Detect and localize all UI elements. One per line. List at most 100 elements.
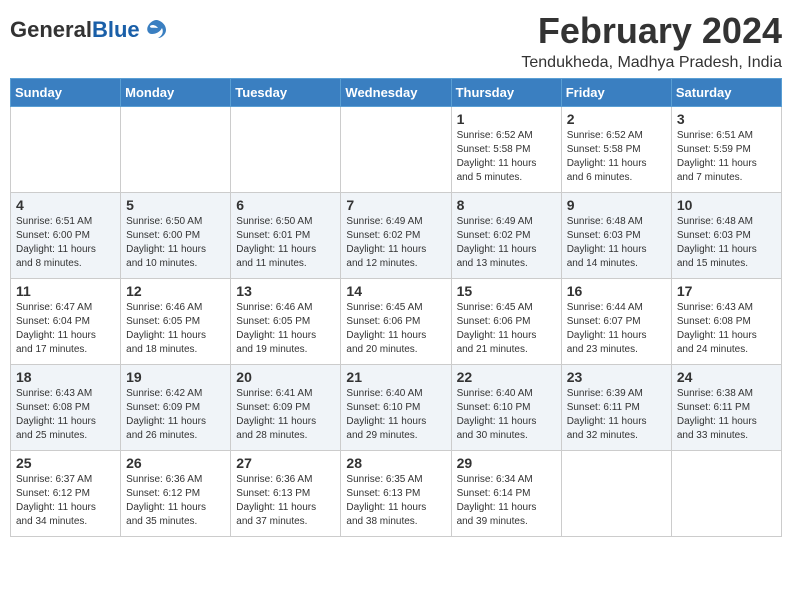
calendar-cell [231, 107, 341, 193]
day-info: Sunrise: 6:45 AM Sunset: 6:06 PM Dayligh… [346, 301, 445, 357]
calendar-cell: 20 Sunrise: 6:41 AM Sunset: 6:09 PM Dayli… [231, 365, 341, 451]
calendar-cell: 18 Sunrise: 6:43 AM Sunset: 6:08 PM Dayli… [11, 365, 121, 451]
weekday-header: Thursday [451, 79, 561, 107]
calendar-cell: 25 Sunrise: 6:37 AM Sunset: 6:12 PM Dayli… [11, 451, 121, 537]
day-info: Sunrise: 6:38 AM Sunset: 6:11 PM Dayligh… [677, 387, 776, 443]
calendar-cell: 6Sunrise: 6:50 AM Sunset: 6:01 PM Daylig… [231, 193, 341, 279]
calendar-cell: 16 Sunrise: 6:44 AM Sunset: 6:07 PM Dayli… [561, 279, 671, 365]
day-info: Sunrise: 6:42 AM Sunset: 6:09 PM Dayligh… [126, 387, 225, 443]
day-info: Sunrise: 6:44 AM Sunset: 6:07 PM Dayligh… [567, 301, 666, 357]
day-number: 10 [677, 197, 776, 213]
weekday-header: Saturday [671, 79, 781, 107]
calendar-table: SundayMondayTuesdayWednesdayThursdayFrid… [10, 78, 782, 537]
day-info: Sunrise: 6:51 AM Sunset: 5:59 PM Dayligh… [677, 129, 776, 185]
day-number: 29 [457, 455, 556, 471]
day-number: 18 [16, 369, 115, 385]
weekday-header: Wednesday [341, 79, 451, 107]
calendar-cell: 15 Sunrise: 6:45 AM Sunset: 6:06 PM Dayli… [451, 279, 561, 365]
calendar-cell: 12 Sunrise: 6:46 AM Sunset: 6:05 PM Dayli… [121, 279, 231, 365]
day-number: 23 [567, 369, 666, 385]
weekday-header: Monday [121, 79, 231, 107]
calendar-cell: 9 Sunrise: 6:48 AM Sunset: 6:03 PM Daylig… [561, 193, 671, 279]
day-info: Sunrise: 6:41 AM Sunset: 6:09 PM Dayligh… [236, 387, 335, 443]
day-number: 19 [126, 369, 225, 385]
day-number: 12 [126, 283, 225, 299]
calendar-cell: 2Sunrise: 6:52 AM Sunset: 5:58 PM Daylig… [561, 107, 671, 193]
day-info: Sunrise: 6:48 AM Sunset: 6:03 PM Dayligh… [677, 215, 776, 271]
day-info: Sunrise: 6:37 AM Sunset: 6:12 PM Dayligh… [16, 473, 115, 529]
day-number: 11 [16, 283, 115, 299]
calendar-cell: 11 Sunrise: 6:47 AM Sunset: 6:04 PM Dayli… [11, 279, 121, 365]
calendar-cell [341, 107, 451, 193]
calendar-cell: 10 Sunrise: 6:48 AM Sunset: 6:03 PM Dayli… [671, 193, 781, 279]
calendar-week-row: 1 Sunrise: 6:52 AM Sunset: 5:58 PM Daylig… [11, 107, 782, 193]
day-number: 15 [457, 283, 556, 299]
calendar-cell: 23 Sunrise: 6:39 AM Sunset: 6:11 PM Dayli… [561, 365, 671, 451]
day-info: Sunrise: 6:40 AM Sunset: 6:10 PM Dayligh… [457, 387, 556, 443]
day-number: 24 [677, 369, 776, 385]
header: GeneralBlue February 2024 Tendukheda, Ma… [10, 10, 782, 72]
weekday-header: Sunday [11, 79, 121, 107]
day-number: 21 [346, 369, 445, 385]
weekday-header: Tuesday [231, 79, 341, 107]
day-info: Sunrise: 6:50 AM Sunset: 6:00 PM Dayligh… [126, 215, 225, 271]
page-subtitle: Tendukheda, Madhya Pradesh, India [521, 54, 782, 72]
day-number: 9 [567, 197, 666, 213]
calendar-cell: 7Sunrise: 6:49 AM Sunset: 6:02 PM Daylig… [341, 193, 451, 279]
calendar-cell: 28 Sunrise: 6:35 AM Sunset: 6:13 PM Dayli… [341, 451, 451, 537]
calendar-cell: 29 Sunrise: 6:34 AM Sunset: 6:14 PM Dayli… [451, 451, 561, 537]
day-info: Sunrise: 6:50 AM Sunset: 6:01 PM Dayligh… [236, 215, 335, 271]
calendar-cell [121, 107, 231, 193]
page-title: February 2024 [521, 10, 782, 52]
calendar-cell: 27 Sunrise: 6:36 AM Sunset: 6:13 PM Dayli… [231, 451, 341, 537]
day-info: Sunrise: 6:43 AM Sunset: 6:08 PM Dayligh… [16, 387, 115, 443]
day-number: 5 [126, 197, 225, 213]
day-info: Sunrise: 6:47 AM Sunset: 6:04 PM Dayligh… [16, 301, 115, 357]
day-number: 25 [16, 455, 115, 471]
calendar-cell: 4 Sunrise: 6:51 AM Sunset: 6:00 PM Daylig… [11, 193, 121, 279]
calendar-cell: 13 Sunrise: 6:46 AM Sunset: 6:05 PM Dayli… [231, 279, 341, 365]
day-info: Sunrise: 6:39 AM Sunset: 6:11 PM Dayligh… [567, 387, 666, 443]
day-info: Sunrise: 6:45 AM Sunset: 6:06 PM Dayligh… [457, 301, 556, 357]
day-number: 8 [457, 197, 556, 213]
title-area: February 2024 Tendukheda, Madhya Pradesh… [521, 10, 782, 72]
day-info: Sunrise: 6:46 AM Sunset: 6:05 PM Dayligh… [236, 301, 335, 357]
calendar-cell [671, 451, 781, 537]
day-info: Sunrise: 6:48 AM Sunset: 6:03 PM Dayligh… [567, 215, 666, 271]
logo: GeneralBlue [10, 10, 170, 50]
calendar-cell: 1Sunrise: 6:52 AM Sunset: 5:58 PM Daylig… [451, 107, 561, 193]
calendar-week-row: 25 Sunrise: 6:37 AM Sunset: 6:12 PM Dayli… [11, 451, 782, 537]
day-info: Sunrise: 6:35 AM Sunset: 6:13 PM Dayligh… [346, 473, 445, 529]
day-number: 14 [346, 283, 445, 299]
day-number: 27 [236, 455, 335, 471]
logo-general-text: General [10, 17, 92, 42]
logo-bird-icon [142, 16, 170, 44]
day-number: 1 [457, 111, 556, 127]
day-info: Sunrise: 6:46 AM Sunset: 6:05 PM Dayligh… [126, 301, 225, 357]
day-number: 16 [567, 283, 666, 299]
calendar-week-row: 11 Sunrise: 6:47 AM Sunset: 6:04 PM Dayli… [11, 279, 782, 365]
day-number: 4 [16, 197, 115, 213]
day-number: 3 [677, 111, 776, 127]
calendar-cell: 21 Sunrise: 6:40 AM Sunset: 6:10 PM Dayli… [341, 365, 451, 451]
day-info: Sunrise: 6:51 AM Sunset: 6:00 PM Dayligh… [16, 215, 115, 271]
day-info: Sunrise: 6:36 AM Sunset: 6:13 PM Dayligh… [236, 473, 335, 529]
logo-blue-text: Blue [92, 17, 140, 42]
weekday-header-row: SundayMondayTuesdayWednesdayThursdayFrid… [11, 79, 782, 107]
calendar-cell: 24 Sunrise: 6:38 AM Sunset: 6:11 PM Dayli… [671, 365, 781, 451]
day-number: 28 [346, 455, 445, 471]
day-info: Sunrise: 6:49 AM Sunset: 6:02 PM Dayligh… [346, 215, 445, 271]
calendar-cell: 17Sunrise: 6:43 AM Sunset: 6:08 PM Dayli… [671, 279, 781, 365]
calendar-week-row: 18 Sunrise: 6:43 AM Sunset: 6:08 PM Dayli… [11, 365, 782, 451]
calendar-cell: 26Sunrise: 6:36 AM Sunset: 6:12 PM Dayli… [121, 451, 231, 537]
day-number: 13 [236, 283, 335, 299]
day-number: 20 [236, 369, 335, 385]
day-info: Sunrise: 6:43 AM Sunset: 6:08 PM Dayligh… [677, 301, 776, 357]
day-info: Sunrise: 6:40 AM Sunset: 6:10 PM Dayligh… [346, 387, 445, 443]
calendar-cell [561, 451, 671, 537]
day-info: Sunrise: 6:34 AM Sunset: 6:14 PM Dayligh… [457, 473, 556, 529]
day-info: Sunrise: 6:52 AM Sunset: 5:58 PM Dayligh… [567, 129, 666, 185]
calendar-cell: 22Sunrise: 6:40 AM Sunset: 6:10 PM Dayli… [451, 365, 561, 451]
calendar-cell [11, 107, 121, 193]
calendar-week-row: 4 Sunrise: 6:51 AM Sunset: 6:00 PM Daylig… [11, 193, 782, 279]
